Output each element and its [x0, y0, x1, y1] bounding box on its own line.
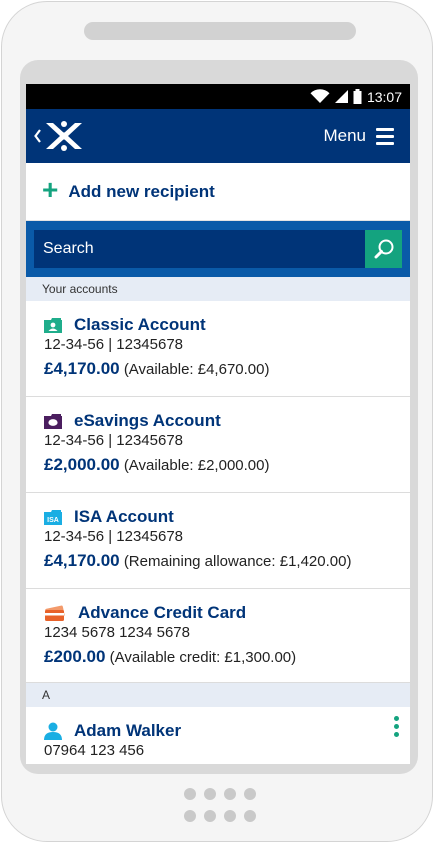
phone-home-dots [184, 788, 260, 828]
phone-speaker [84, 22, 356, 40]
search-bar [26, 221, 410, 277]
credit-card-icon [45, 605, 65, 621]
account-available: (Available: £4,670.00) [123, 361, 270, 378]
add-recipient-label: Add new recipient [68, 181, 215, 201]
status-time: 13:07 [366, 88, 402, 105]
account-name: ISA Account [74, 507, 174, 526]
menu-label: Menu [323, 126, 366, 145]
contact-name: Adam Walker [74, 721, 182, 740]
account-name: eSavings Account [74, 411, 221, 430]
account-available: (Available credit: £1,300.00) [109, 649, 297, 666]
account-balance: £200.00 [44, 647, 106, 666]
back-logo-button[interactable] [34, 120, 84, 152]
isa-account-icon: ISA [44, 509, 62, 525]
status-bar: 13:07 [26, 84, 410, 109]
account-name: Advance Credit Card [78, 603, 247, 622]
account-balance: £2,000.00 [44, 455, 120, 474]
contact-phone: 07964 123 456 [44, 742, 145, 759]
menu-button[interactable]: Menu [323, 126, 394, 146]
app-header: Menu [26, 109, 410, 163]
account-number: 12-34-56 | 12345678 [44, 432, 184, 449]
account-balance: £4,170.00 [44, 551, 120, 570]
classic-account-icon [44, 317, 62, 333]
account-number: 1234 5678 1234 5678 [44, 624, 190, 641]
account-item-esavings[interactable]: eSavings Account 12-34-56 | 12345678 £2,… [26, 397, 410, 493]
account-number: 12-34-56 | 12345678 [44, 336, 184, 353]
account-item-classic[interactable]: Classic Account 12-34-56 | 12345678 £4,1… [26, 301, 410, 397]
battery-icon [353, 89, 362, 104]
account-available: (Remaining allowance: £1,420.00) [123, 553, 352, 570]
search-button[interactable] [365, 230, 402, 268]
account-balance: £4,170.00 [44, 359, 120, 378]
contact-item[interactable]: Adam Walker 07964 123 456 [26, 707, 410, 764]
account-available: (Available: £2,000.00) [123, 457, 270, 474]
savings-account-icon [44, 413, 62, 429]
app-screen: 13:07 Menu + Add new recipient Search Yo… [26, 84, 410, 764]
contacts-section-header: A [26, 683, 410, 707]
accounts-section-header: Your accounts [26, 277, 410, 301]
account-name: Classic Account [74, 315, 206, 334]
wifi-icon [310, 89, 330, 103]
search-input[interactable] [34, 239, 365, 259]
bank-logo-icon [46, 121, 82, 151]
search-icon [374, 239, 393, 259]
account-item-credit-card[interactable]: Advance Credit Card 1234 5678 1234 5678 … [26, 589, 410, 683]
person-icon [44, 722, 62, 740]
plus-icon: + [42, 174, 59, 205]
search-field [34, 230, 365, 268]
chevron-left-icon [34, 129, 41, 143]
add-recipient-button[interactable]: + Add new recipient [26, 163, 410, 221]
more-options-icon[interactable] [394, 716, 400, 737]
account-item-isa[interactable]: ISA ISA Account 12-34-56 | 12345678 £4,1… [26, 493, 410, 589]
signal-icon [334, 90, 348, 103]
isa-icon-text: ISA [47, 517, 59, 524]
hamburger-icon [376, 127, 394, 145]
account-number: 12-34-56 | 12345678 [44, 528, 184, 545]
